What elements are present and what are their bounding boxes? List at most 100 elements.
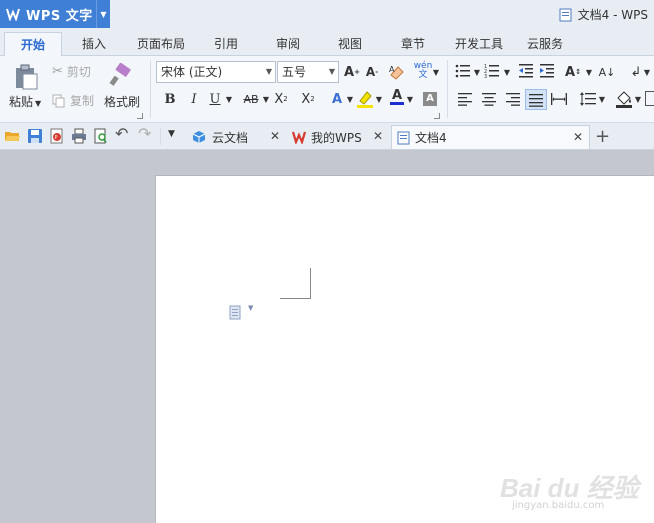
chevron-down-icon[interactable]: ▼ [584, 62, 594, 82]
close-icon[interactable]: ✕ [373, 129, 383, 143]
character-shading-icon[interactable]: A [420, 89, 440, 109]
chevron-down-icon[interactable]: ▼ [374, 89, 384, 109]
font-size-select[interactable]: 五号 ▼ [277, 61, 339, 83]
font-dialog-launcher-icon[interactable] [434, 113, 440, 119]
increase-indent-icon[interactable] [539, 63, 555, 79]
italic-icon[interactable]: I [184, 89, 204, 109]
chevron-down-icon[interactable]: ▼ [431, 62, 441, 82]
justify-lines-icon [529, 93, 543, 107]
cut-button[interactable]: ✂ 剪切 [52, 63, 91, 80]
align-center-icon[interactable] [482, 92, 496, 106]
chevron-down-icon[interactable]: ▼ [472, 62, 482, 82]
doc-tab-label: 我的WPS [311, 130, 362, 145]
line-spacing-icon[interactable] [580, 92, 596, 106]
paste-button[interactable]: 粘贴 ▼ [9, 93, 41, 110]
window-title: 文档4 - WPS [559, 6, 648, 23]
app-name: WPS 文字 [26, 8, 93, 24]
paste-dropdown-icon[interactable]: ▼ [35, 99, 41, 108]
tab-page-layout[interactable]: 页面布局 [128, 32, 194, 56]
ribbon-toolbar: 粘贴 ▼ ✂ 剪切 复制 格式刷 宋体 (正文) ▼ 五号 ▼ A + A- A w… [0, 56, 654, 123]
chevron-down-icon[interactable]: ▼ [248, 304, 253, 312]
align-left-icon[interactable] [458, 92, 472, 106]
app-menu-dropdown-icon[interactable]: ▼ [96, 0, 110, 28]
baidu-watermark-url: jingyan.baidu.com [512, 500, 605, 511]
grow-font-icon[interactable]: A + [342, 62, 362, 82]
font-color-bar-icon [390, 101, 404, 105]
copy-button[interactable]: 复制 [52, 92, 94, 109]
chevron-down-icon: ▼ [328, 67, 335, 76]
justify-icon[interactable] [525, 89, 547, 110]
subscript-icon[interactable]: X2 [298, 89, 318, 109]
distributed-align-icon[interactable] [551, 92, 567, 106]
doc-tab-cloud-docs[interactable]: 云文档 ✕ [186, 125, 286, 149]
bold-icon[interactable]: B [160, 89, 180, 109]
close-icon[interactable]: ✕ [573, 130, 583, 144]
open-folder-icon[interactable] [4, 128, 20, 144]
chevron-down-icon[interactable]: ▼ [405, 89, 415, 109]
customize-toolbar-icon[interactable]: ▼ [168, 129, 184, 145]
tab-developer-tools[interactable]: 开发工具 [446, 32, 512, 56]
align-right-icon[interactable] [506, 92, 520, 106]
shrink-font-icon[interactable]: A- [362, 62, 382, 82]
document-icon [559, 8, 572, 21]
font-color-letter-icon: A [391, 87, 403, 103]
print-icon[interactable] [71, 128, 87, 144]
copy-label: 复制 [70, 94, 95, 108]
text-effect-icon[interactable]: A [327, 89, 347, 109]
font-name-select[interactable]: 宋体 (正文) ▼ [156, 61, 276, 83]
font-size-value: 五号 [282, 65, 307, 79]
tab-view[interactable]: 视图 [328, 32, 372, 56]
decrease-indent-icon[interactable] [518, 63, 534, 79]
wps-logo-icon [292, 131, 306, 144]
font-color-icon[interactable]: A [387, 87, 407, 107]
clipboard-dialog-launcher-icon[interactable] [137, 113, 143, 119]
doc-tab-my-wps[interactable]: 我的WPS ✕ [287, 125, 389, 149]
save-icon[interactable] [27, 128, 43, 144]
print-preview-icon[interactable] [93, 128, 109, 144]
close-icon[interactable]: ✕ [270, 129, 280, 143]
copy-icon [52, 94, 65, 107]
underline-icon[interactable]: U [205, 89, 225, 109]
bullet-list-icon[interactable] [455, 63, 471, 79]
wps-app-menu-button[interactable]: WPS 文字 ▼ [0, 0, 110, 28]
chevron-down-icon: ▼ [265, 67, 272, 76]
export-pdf-icon[interactable]: P [49, 128, 65, 144]
paste-icon[interactable] [13, 64, 39, 90]
format-painter-label[interactable]: 格式刷 [104, 93, 140, 110]
tab-references[interactable]: 引用 [204, 32, 248, 56]
undo-icon[interactable]: ↶ [115, 126, 131, 142]
paragraph-shading-icon[interactable] [615, 89, 633, 109]
tab-cloud-services[interactable]: 云服务 [518, 32, 572, 56]
numbered-list-icon[interactable]: 1 2 3 [484, 63, 500, 79]
new-tab-plus-icon[interactable]: + [595, 126, 610, 147]
scissors-icon: ✂ [52, 64, 63, 79]
format-painter-icon[interactable] [109, 63, 133, 87]
phonetic-guide-icon[interactable]: wén 文 [413, 61, 433, 81]
doc-tab-label: 文档4 [415, 131, 447, 145]
doc-tab-document4[interactable]: 文档4 ✕ [391, 125, 590, 149]
tab-insert[interactable]: 插入 [70, 32, 118, 56]
chevron-down-icon[interactable]: ▼ [502, 62, 512, 82]
highlight-icon[interactable] [356, 89, 374, 109]
clear-formatting-icon[interactable]: A [388, 63, 406, 81]
cloud-cube-icon [192, 131, 206, 143]
superscript-icon[interactable]: X2 [271, 89, 291, 109]
borders-icon[interactable] [645, 91, 654, 106]
strikethrough-icon[interactable]: AB [240, 89, 262, 109]
word-document-icon [397, 131, 410, 144]
page-margin-corner-mark [280, 298, 311, 299]
change-case-icon[interactable]: A ↕ [562, 62, 584, 82]
chevron-down-icon[interactable]: ▼ [223, 89, 235, 109]
tab-start[interactable]: 开始 [4, 32, 62, 57]
redo-icon[interactable]: ↷ [138, 126, 154, 142]
chevron-down-icon[interactable]: ▼ [261, 89, 271, 109]
tab-review[interactable]: 审阅 [266, 32, 310, 56]
paste-options-icon[interactable] [229, 304, 243, 320]
chevron-down-icon[interactable]: ▼ [345, 89, 355, 109]
sort-icon[interactable]: A↓ [597, 62, 617, 82]
chevron-down-icon[interactable]: ▼ [597, 89, 607, 109]
tab-section[interactable]: 章节 [391, 32, 435, 56]
svg-text:3: 3 [484, 74, 487, 79]
chevron-down-icon[interactable]: ▼ [642, 62, 652, 82]
chevron-down-icon[interactable]: ▼ [633, 89, 643, 109]
